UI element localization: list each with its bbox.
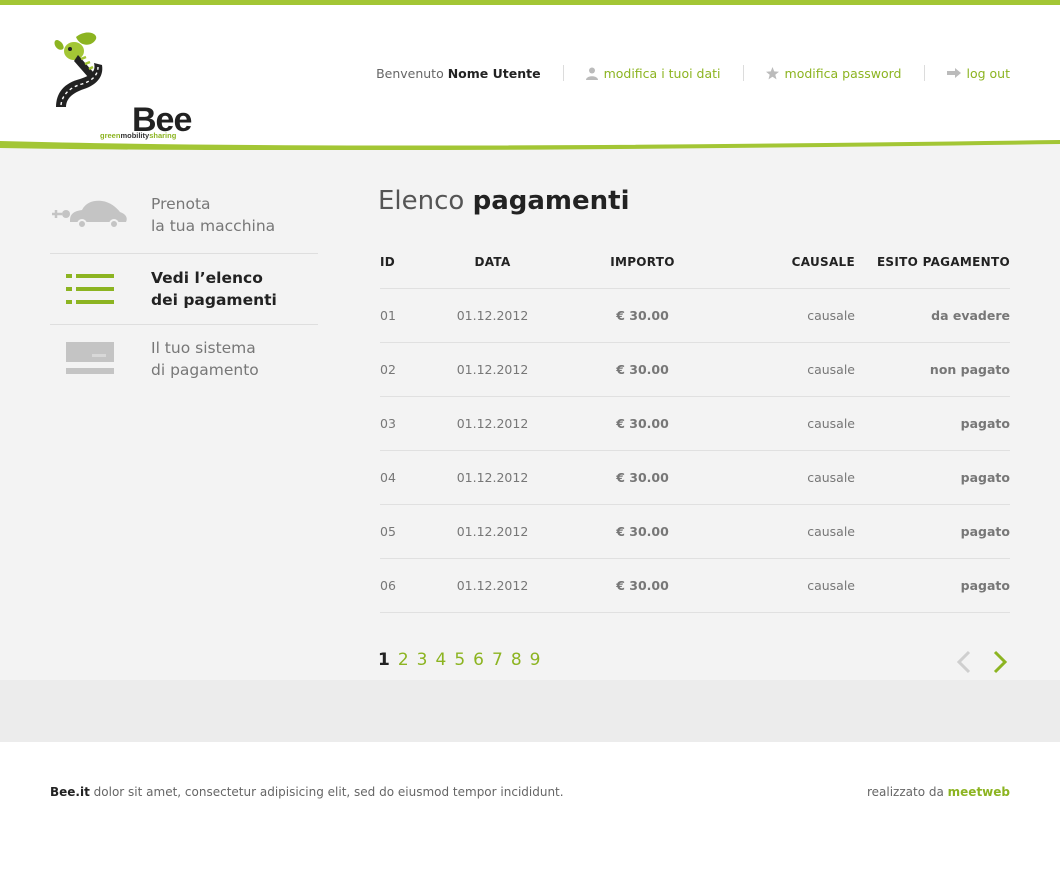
col-header-causale[interactable]: CAUSALE: [730, 236, 855, 289]
cell-id: 03: [380, 396, 430, 451]
chevron-right-icon[interactable]: [990, 650, 1010, 674]
cell-causale: causale: [730, 288, 855, 343]
nav-divider: [562, 65, 564, 81]
cell-id: 06: [380, 558, 430, 613]
page-link[interactable]: 7: [492, 650, 503, 670]
change-password-link[interactable]: modifica password: [765, 66, 902, 81]
cell-causale: causale: [730, 450, 855, 505]
page-link[interactable]: 6: [473, 650, 484, 670]
cell-esito: pagato: [855, 450, 1010, 505]
car-icon: [52, 200, 127, 229]
page-link[interactable]: 5: [454, 650, 465, 670]
nav-divider: [742, 65, 744, 81]
cell-id: 04: [380, 450, 430, 505]
footer: Bee.it dolor sit amet, consectetur adipi…: [0, 742, 1060, 870]
cell-esito: da evadere: [855, 288, 1010, 343]
cell-causale: causale: [730, 558, 855, 613]
page-link[interactable]: 4: [436, 650, 447, 670]
page-title: Elenco pagamenti: [378, 186, 630, 216]
footer-brand[interactable]: Bee.it: [50, 785, 90, 799]
footer-credit: realizzato da meetweb: [866, 785, 1010, 799]
star-icon: [765, 66, 779, 79]
table-row[interactable]: 05 01.12.2012 € 30.00 causale pagato: [380, 504, 1010, 559]
cell-data: 01.12.2012: [430, 558, 555, 613]
cell-id: 05: [380, 504, 430, 559]
cell-data: 01.12.2012: [430, 396, 555, 451]
col-header-data[interactable]: DATA: [430, 236, 555, 289]
cell-esito: pagato: [855, 558, 1010, 613]
cell-importo: € 30.00: [555, 288, 730, 343]
table-header-row: ID DATA IMPORTO CAUSALE ESITO PAGAMENTO: [380, 236, 1010, 289]
page-link[interactable]: 2: [398, 650, 409, 670]
header: Bee greenmobilitysharing Benvenuto Nome …: [0, 5, 1060, 145]
col-header-id[interactable]: ID: [380, 236, 430, 289]
cell-id: 02: [380, 342, 430, 397]
cell-importo: € 30.00: [555, 342, 730, 397]
cell-data: 01.12.2012: [430, 342, 555, 397]
cell-importo: € 30.00: [555, 558, 730, 613]
cell-causale: causale: [730, 342, 855, 397]
table-row[interactable]: 01 01.12.2012 € 30.00 causale da evadere: [380, 288, 1010, 343]
sidebar-item-pagamenti[interactable]: Vedi l’elenco dei pagamenti: [50, 254, 318, 324]
credit-link[interactable]: meetweb: [948, 785, 1010, 799]
sidebar-item-label: Il tuo sistema di pagamento: [151, 339, 259, 379]
user-nav: Benvenuto Nome Utente modifica i tuoi da…: [376, 63, 1010, 83]
cell-importo: € 30.00: [555, 396, 730, 451]
footer-band: [0, 680, 1060, 742]
page-link[interactable]: 3: [417, 650, 428, 670]
logout-link[interactable]: log out: [946, 66, 1010, 81]
credit-card-icon: [66, 342, 114, 374]
chevron-left-icon[interactable]: [954, 650, 974, 674]
cell-data: 01.12.2012: [430, 450, 555, 505]
edit-profile-link[interactable]: modifica i tuoi dati: [585, 66, 721, 81]
cell-esito: pagato: [855, 504, 1010, 559]
cell-importo: € 30.00: [555, 450, 730, 505]
page-link-current[interactable]: 1: [378, 650, 390, 670]
pagination: 1 2 3 4 5 6 7 8 9: [378, 650, 548, 670]
bee-road-logo-icon: [54, 32, 103, 107]
cell-data: 01.12.2012: [430, 504, 555, 559]
cell-importo: € 30.00: [555, 504, 730, 559]
user-icon: [585, 67, 598, 80]
sidebar-item-sistema-pagamento[interactable]: Il tuo sistema di pagamento: [50, 324, 318, 394]
col-header-esito[interactable]: ESITO PAGAMENTO: [855, 236, 1010, 289]
page-link[interactable]: 9: [530, 650, 541, 670]
welcome-text: Benvenuto Nome Utente: [376, 65, 541, 81]
cell-esito: pagato: [855, 396, 1010, 451]
sidebar-item-label: Prenota la tua macchina: [151, 195, 276, 235]
bee-logo[interactable]: Bee greenmobilitysharing: [50, 29, 192, 140]
cell-data: 01.12.2012: [430, 288, 555, 343]
col-header-importo[interactable]: IMPORTO: [555, 236, 730, 289]
table-row[interactable]: 06 01.12.2012 € 30.00 causale pagato: [380, 558, 1010, 613]
sidebar-item-prenota[interactable]: Prenota la tua macchina: [50, 180, 318, 250]
sidebar-item-label: Vedi l’elenco dei pagamenti: [151, 269, 277, 309]
footer-text: Bee.it dolor sit amet, consectetur adipi…: [50, 785, 564, 799]
list-icon: [66, 274, 114, 304]
table-row[interactable]: 02 01.12.2012 € 30.00 causale non pagato: [380, 342, 1010, 397]
page-link[interactable]: 8: [511, 650, 522, 670]
nav-divider: [923, 65, 925, 81]
logout-arrow-icon: [946, 68, 961, 78]
payments-table: ID DATA IMPORTO CAUSALE ESITO PAGAMENTO …: [380, 236, 1010, 613]
table-row[interactable]: 04 01.12.2012 € 30.00 causale pagato: [380, 450, 1010, 505]
payments-table-body: 01 01.12.2012 € 30.00 causale da evadere…: [380, 288, 1010, 613]
user-name: Nome Utente: [447, 65, 541, 81]
cell-esito: non pagato: [855, 342, 1010, 397]
cell-causale: causale: [730, 396, 855, 451]
table-row[interactable]: 03 01.12.2012 € 30.00 causale pagato: [380, 396, 1010, 451]
cell-causale: causale: [730, 504, 855, 559]
cell-id: 01: [380, 288, 430, 343]
